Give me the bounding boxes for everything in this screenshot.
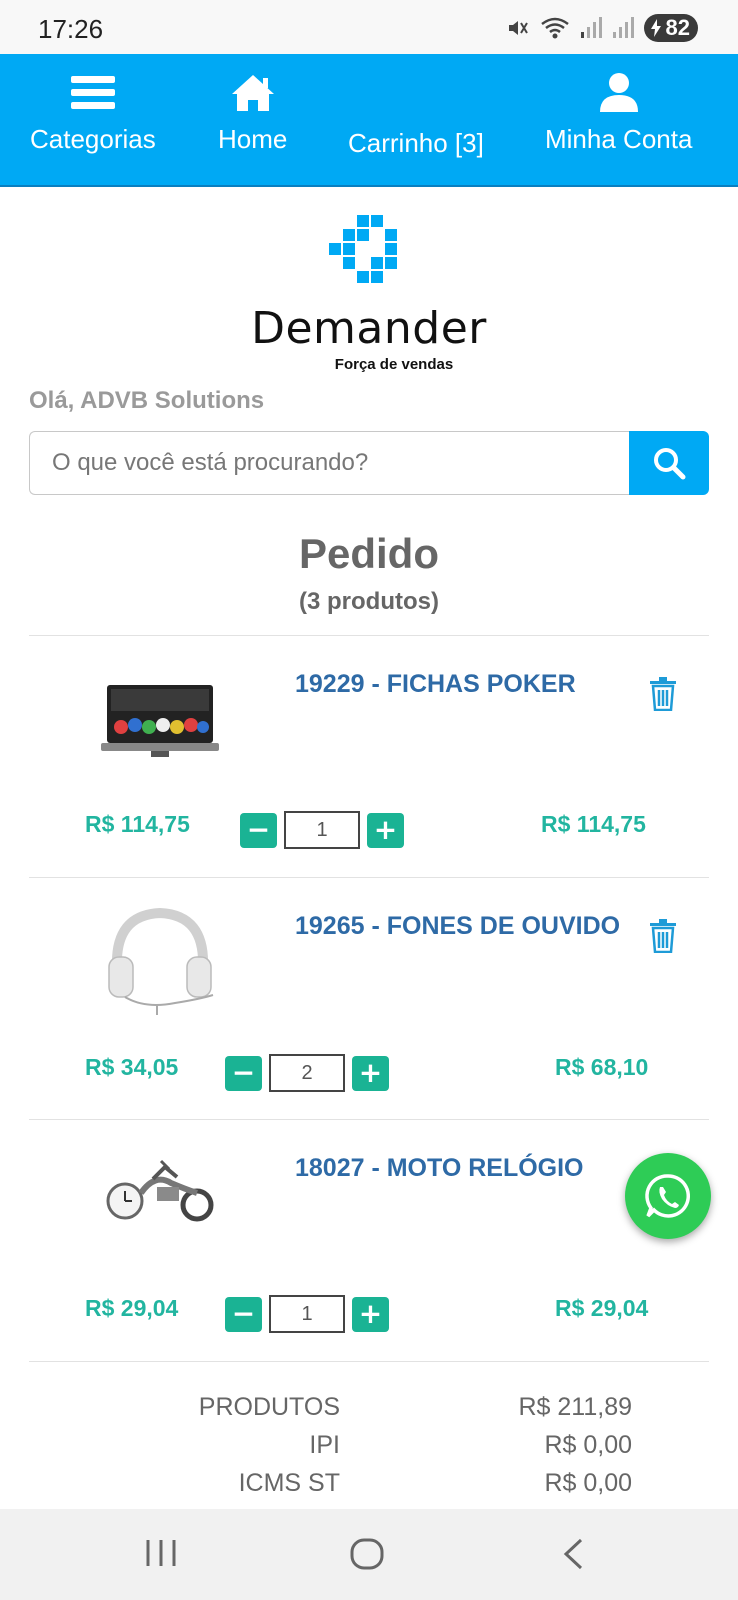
mute-icon — [508, 21, 528, 35]
order-title: Pedido — [298, 530, 439, 577]
battery-level: 82 — [665, 15, 690, 40]
nav-home-label: Home — [218, 124, 288, 154]
product-image-headphones — [108, 907, 214, 1015]
product-image-motorcycle-clock — [106, 1159, 214, 1222]
decrease-quantity-button[interactable]: − — [240, 812, 277, 848]
trash-icon[interactable] — [649, 919, 677, 953]
line-total: R$ 29,04 — [555, 1295, 649, 1321]
total-label: IPI — [309, 1431, 340, 1459]
quantity-stepper: − + — [225, 1054, 389, 1092]
plus-icon: + — [358, 1056, 383, 1089]
product-name[interactable]: 19265 - FONES DE OUVIDO — [295, 907, 625, 945]
brand-tagline: Força de vendas — [334, 356, 454, 373]
total-value: R$ 0,00 — [544, 1469, 632, 1497]
user-icon — [599, 73, 638, 112]
whatsapp-icon — [645, 1174, 691, 1218]
cart-item: 19229 - FICHAS POKER R$ 114,75 − + R$ 11… — [29, 635, 709, 877]
line-total: R$ 68,10 — [555, 1054, 649, 1080]
top-navbar: Categorias Home Carrinho [3] Minha Conta — [0, 54, 738, 187]
search-input[interactable] — [29, 431, 629, 495]
recent-apps-icon[interactable] — [144, 1537, 178, 1569]
greeting: Olá, ADVB Solutions — [29, 387, 265, 414]
nav-categories-label: Categorias — [30, 124, 156, 154]
home-icon — [231, 75, 274, 111]
whatsapp-button[interactable] — [625, 1153, 711, 1239]
total-value: R$ 211,89 — [518, 1393, 632, 1421]
quantity-input[interactable] — [269, 1054, 345, 1092]
nav-cart-label: Carrinho [3] — [348, 128, 484, 158]
nav-home[interactable]: Home — [218, 72, 287, 155]
total-label: ICMS ST — [238, 1469, 340, 1497]
unit-price: R$ 29,04 — [85, 1295, 179, 1321]
battery-indicator: 82 — [643, 14, 698, 42]
search-icon — [654, 448, 686, 480]
divider — [29, 1361, 709, 1362]
search-button[interactable] — [629, 431, 709, 495]
increase-quantity-button[interactable]: + — [367, 812, 404, 848]
back-icon[interactable] — [561, 1537, 585, 1571]
order-count: (3 produtos) — [299, 588, 439, 615]
search-bar — [29, 431, 709, 495]
system-navigation-bar — [0, 1509, 738, 1600]
minus-icon: − — [231, 1297, 256, 1330]
total-value: R$ 0,00 — [544, 1431, 632, 1459]
total-label: PRODUTOS — [198, 1393, 340, 1421]
unit-price: R$ 114,75 — [85, 811, 190, 837]
product-name[interactable]: 19229 - FICHAS POKER — [295, 665, 625, 703]
minus-icon: − — [231, 1056, 256, 1089]
nav-account[interactable]: Minha Conta — [545, 72, 692, 155]
status-time: 17:26 — [38, 14, 104, 44]
cart-item: 19265 - FONES DE OUVIDO R$ 34,05 − + R$ … — [29, 877, 709, 1119]
total-row: PRODUTOS R$ 211,89 — [0, 1393, 738, 1429]
status-bar: 17:26 82 — [0, 0, 738, 54]
brand-name: Demander — [251, 303, 487, 354]
total-row: ICMS ST R$ 0,00 — [0, 1469, 738, 1505]
quantity-input[interactable] — [269, 1295, 345, 1333]
home-circle-icon[interactable] — [349, 1537, 385, 1571]
increase-quantity-button[interactable]: + — [352, 1296, 389, 1332]
plus-icon: + — [358, 1297, 383, 1330]
nav-cart[interactable]: Carrinho [3] — [348, 118, 484, 159]
minus-icon: − — [246, 813, 271, 846]
charging-icon — [650, 19, 661, 37]
quantity-input[interactable] — [284, 811, 360, 849]
nav-account-label: Minha Conta — [545, 124, 693, 154]
product-image-poker-chips — [101, 685, 219, 757]
menu-icon — [70, 76, 115, 109]
line-total: R$ 114,75 — [541, 811, 646, 837]
plus-icon: + — [373, 813, 398, 846]
status-icons: 82 — [506, 14, 698, 42]
wifi-icon — [540, 17, 569, 39]
decrease-quantity-button[interactable]: − — [225, 1296, 262, 1332]
cart-item: 18027 - MOTO RELÓGIO R$ 29,04 − + R$ 29,… — [29, 1119, 709, 1361]
increase-quantity-button[interactable]: + — [352, 1055, 389, 1091]
signal-icon — [580, 17, 602, 38]
signal-icon — [612, 17, 634, 38]
quantity-stepper: − + — [240, 811, 404, 849]
trash-icon[interactable] — [649, 677, 677, 711]
quantity-stepper: − + — [225, 1295, 389, 1333]
decrease-quantity-button[interactable]: − — [225, 1055, 262, 1091]
product-name[interactable]: 18027 - MOTO RELÓGIO — [295, 1149, 625, 1187]
unit-price: R$ 34,05 — [85, 1054, 179, 1080]
nav-categories[interactable]: Categorias — [30, 72, 156, 155]
brand-logo: Demander Força de vendas — [0, 215, 738, 373]
total-row: IPI R$ 0,00 — [0, 1431, 738, 1467]
logo-mark-icon — [329, 215, 397, 283]
